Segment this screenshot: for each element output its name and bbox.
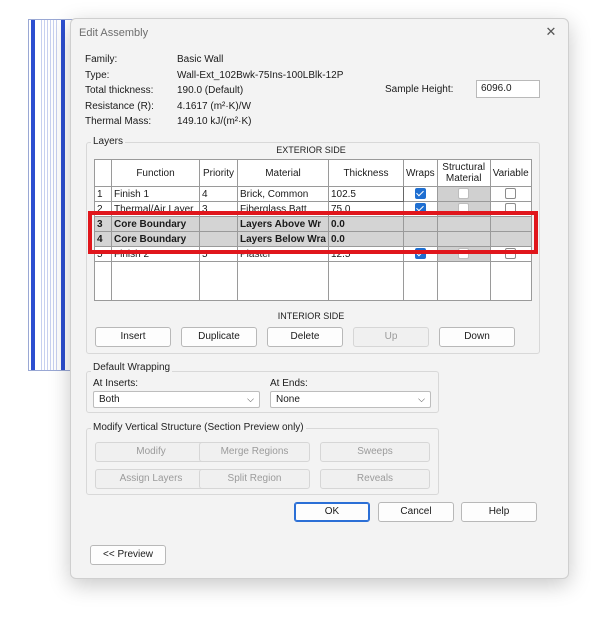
duplicate-button[interactable]: Duplicate [181,327,257,347]
up-button[interactable]: Up [353,327,429,347]
row-number[interactable]: 1 [94,186,112,202]
structural-cell[interactable] [436,186,491,202]
priority-header[interactable]: Priority [199,159,238,187]
resistance-value: 4.1617 (m²·K)/W [177,101,251,112]
sweeps-button[interactable]: Sweeps [320,442,430,462]
ok-button[interactable]: OK [294,502,370,522]
variable-checkbox[interactable] [505,188,517,200]
down-button[interactable]: Down [439,327,515,347]
chevron-down-icon: ⌵ [247,394,254,404]
type-value: Wall-Ext_102Bwk-75Ins-100LBlk-12P [177,70,344,81]
resistance-label: Resistance (R): [85,101,154,112]
merge-regions-button[interactable]: Merge Regions [199,442,310,462]
modify-vertical-label: Modify Vertical Structure (Section Previ… [91,422,306,433]
preview-toggle-button[interactable]: << Preview [90,545,166,565]
split-region-button[interactable]: Split Region [199,469,310,489]
exterior-side-caption: EXTERIOR SIDE [276,145,346,155]
variable-header[interactable]: Variable [489,159,532,187]
dialog-title: Edit Assembly [79,27,149,39]
edit-assembly-dialog: Edit Assembly ✕ Family: Basic Wall Type:… [70,18,569,579]
table-row[interactable]: 1 Finish 1 4 Brick, Common 102.5 [94,186,532,202]
structural-checkbox[interactable] [458,188,470,200]
modify-button[interactable]: Modify [95,442,207,462]
at-ends-label: At Ends: [270,378,308,389]
structural-material-header[interactable]: Structural Material [436,159,491,187]
wraps-checkbox[interactable] [414,188,426,200]
annotation-highlight-box [88,211,538,254]
priority-cell[interactable]: 4 [199,186,238,202]
thermal-mass-label: Thermal Mass: [85,116,152,127]
help-button[interactable]: Help [461,502,537,522]
at-inserts-label: At Inserts: [93,378,139,389]
chevron-down-icon: ⌵ [418,394,425,404]
row-number-header [94,159,112,187]
at-ends-value: None [276,394,300,405]
thickness-header[interactable]: Thickness [327,159,404,187]
preview-line [61,20,65,370]
material-cell[interactable]: Brick, Common [237,186,329,202]
family-label: Family: [85,54,118,65]
sample-height-input[interactable]: 6096.0 [476,80,540,98]
function-header[interactable]: Function [111,159,200,187]
thickness-value: 190.0 (Default) [177,85,244,96]
reveals-button[interactable]: Reveals [320,469,430,489]
family-value: Basic Wall [177,54,224,65]
wraps-header[interactable]: Wraps [402,159,438,187]
empty-table-area [94,261,532,301]
at-inserts-select[interactable]: Both ⌵ [93,391,260,408]
type-label: Type: [85,70,110,81]
close-icon[interactable]: ✕ [544,25,558,39]
thickness-cell[interactable]: 102.5 [327,186,404,202]
variable-cell[interactable] [489,186,532,202]
assign-layers-button[interactable]: Assign Layers [95,469,207,489]
insert-button[interactable]: Insert [95,327,171,347]
default-wrapping-label: Default Wrapping [91,362,173,373]
delete-button[interactable]: Delete [267,327,343,347]
at-ends-select[interactable]: None ⌵ [270,391,431,408]
cancel-button[interactable]: Cancel [378,502,454,522]
thermal-mass-value: 149.10 kJ/(m²·K) [177,116,252,127]
wraps-cell[interactable] [402,186,438,202]
preview-line [31,20,35,370]
preview-hatch [39,20,57,370]
function-cell[interactable]: Finish 1 [111,186,200,202]
thickness-label: Total thickness: [85,85,154,96]
material-header[interactable]: Material [237,159,329,187]
table-header-row: Function Priority Material Thickness Wra… [94,159,532,187]
at-inserts-value: Both [99,394,120,405]
interior-side-caption: INTERIOR SIDE [277,311,345,321]
sample-height-label: Sample Height: [385,84,454,95]
